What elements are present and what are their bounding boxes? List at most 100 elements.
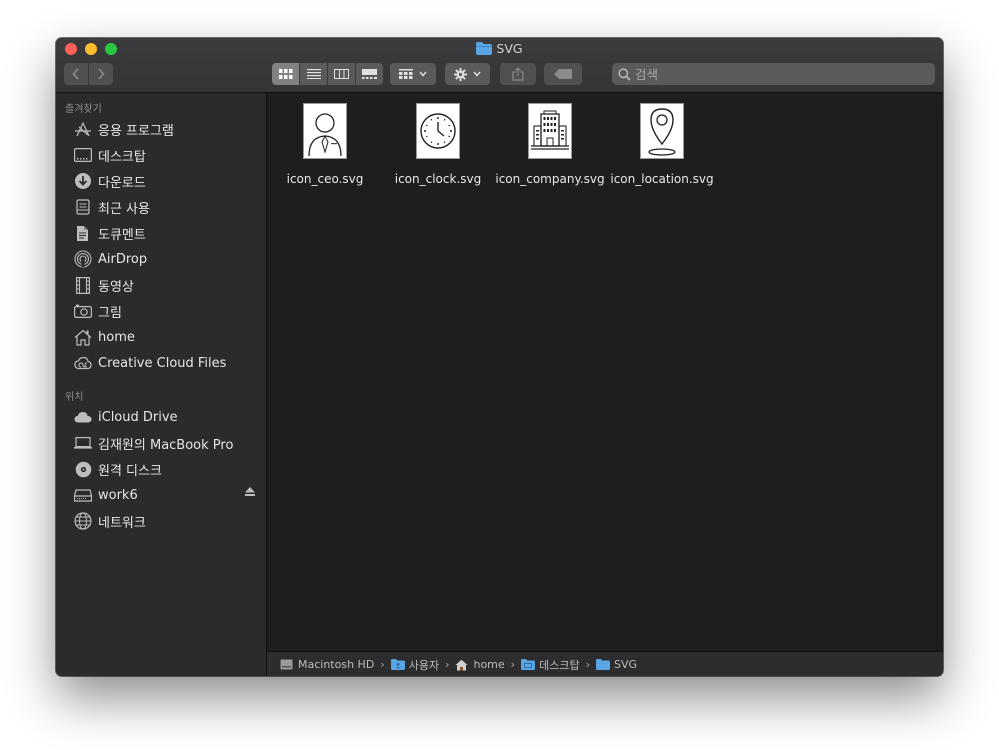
chevron-right-icon: › xyxy=(380,658,385,671)
file-item[interactable]: icon_ceo.svg xyxy=(269,103,381,198)
path-item-home[interactable]: home xyxy=(455,658,505,671)
grid-icon xyxy=(278,69,292,79)
disc-icon xyxy=(73,459,93,479)
group-grid-icon xyxy=(399,69,413,79)
cloud-icon xyxy=(73,407,93,427)
path-label: home xyxy=(473,658,505,671)
sidebar-item-label: Creative Cloud Files xyxy=(98,355,227,371)
sidebar-item-desktop[interactable]: 데스크탑 xyxy=(73,144,263,166)
search-field[interactable] xyxy=(612,63,935,85)
location-pin-icon xyxy=(640,103,684,159)
columns-icon xyxy=(334,69,349,79)
chevron-down-icon xyxy=(419,71,427,77)
sidebar-item-label: 데스크탑 xyxy=(98,149,146,165)
window-title-text: SVG xyxy=(496,41,523,56)
person-icon xyxy=(303,103,347,159)
sidebar-item-creative-cloud[interactable]: Creative Cloud Files xyxy=(73,352,263,374)
eject-icon[interactable] xyxy=(245,487,255,499)
favorites-header: 즐겨찾기 xyxy=(65,104,102,115)
home-icon xyxy=(455,659,469,671)
sidebar-item-applications[interactable]: 응용 프로그램 xyxy=(73,118,263,140)
search-input[interactable] xyxy=(635,66,925,82)
file-name: icon_ceo.svg xyxy=(286,172,364,186)
sidebar-item-work6[interactable]: work6 xyxy=(73,484,263,506)
building-icon xyxy=(528,103,572,159)
list-view-button[interactable] xyxy=(300,63,328,85)
search-icon xyxy=(618,67,631,81)
sidebar-item-label: 다운로드 xyxy=(98,175,146,191)
hard-drive-icon xyxy=(280,659,294,671)
file-name: icon_clock.svg xyxy=(394,172,482,186)
view-mode-control xyxy=(272,63,383,85)
file-item[interactable]: icon_clock.svg xyxy=(382,103,494,198)
drive-icon xyxy=(73,485,93,505)
tags-button[interactable] xyxy=(544,63,582,85)
title-bar: SVG xyxy=(56,38,943,93)
sidebar-item-label: 동영상 xyxy=(98,279,134,295)
downloads-icon xyxy=(73,171,93,191)
chevron-right-icon: › xyxy=(585,658,590,671)
back-button[interactable] xyxy=(64,63,88,85)
camera-icon xyxy=(73,301,93,321)
icon-view-button[interactable] xyxy=(272,63,300,85)
airdrop-icon xyxy=(73,249,93,269)
sidebar-item-remote-disc[interactable]: 원격 디스크 xyxy=(73,458,263,480)
network-icon xyxy=(73,511,93,531)
sidebar-item-movies[interactable]: 동영상 xyxy=(73,274,263,296)
chevron-right-icon xyxy=(98,68,105,80)
path-label: SVG xyxy=(613,658,637,671)
folder-icon xyxy=(476,42,493,59)
chevron-right-icon: › xyxy=(445,658,450,671)
path-item-users[interactable]: 사용자 xyxy=(390,657,440,673)
sidebar-item-label: AirDrop xyxy=(98,251,148,267)
sidebar-item-macbook[interactable]: 김재원의 MacBook Pro xyxy=(73,432,263,454)
file-item[interactable]: icon_company.svg xyxy=(494,103,606,198)
path-item-macintosh-hd[interactable]: Macintosh HD xyxy=(280,658,374,671)
path-item-svg[interactable]: SVG xyxy=(595,658,637,671)
sidebar-item-label: work6 xyxy=(98,487,138,503)
folder-icon xyxy=(390,659,405,671)
sidebar-item-label: 응용 프로그램 xyxy=(98,123,174,139)
file-item[interactable]: icon_location.svg xyxy=(606,103,718,198)
path-label: Macintosh HD xyxy=(298,658,375,671)
file-grid: icon_ceo.svg icon_clock.svg icon_company… xyxy=(267,93,943,651)
creative-cloud-icon xyxy=(73,353,93,373)
gear-icon xyxy=(454,67,467,81)
laptop-icon xyxy=(73,433,93,453)
forward-button[interactable] xyxy=(89,63,113,85)
gallery-view-button[interactable] xyxy=(356,63,383,85)
sidebar-item-home[interactable]: home xyxy=(73,326,263,348)
action-menu-button[interactable] xyxy=(445,63,490,85)
sidebar-item-documents[interactable]: 도큐멘트 xyxy=(73,222,263,244)
file-name: icon_company.svg xyxy=(495,172,605,186)
sidebar-item-recents[interactable]: 최근 사용 xyxy=(73,196,263,218)
share-icon xyxy=(512,67,524,81)
path-label: 사용자 xyxy=(408,658,440,672)
sidebar-item-label: home xyxy=(98,329,135,345)
folder-icon xyxy=(521,659,536,671)
folder-icon xyxy=(595,659,610,671)
chevron-right-icon: › xyxy=(510,658,516,671)
home-icon xyxy=(73,327,93,347)
column-view-button[interactable] xyxy=(328,63,356,85)
sidebar-item-network[interactable]: 네트워크 xyxy=(73,510,263,532)
finder-window: SVG 검색 즐겨찾기 응용 프로그램 데스크탑 다운로드 최근 사용 도큐멘트… xyxy=(56,38,943,676)
sidebar-item-icloud-drive[interactable]: iCloud Drive xyxy=(73,406,263,428)
tag-icon xyxy=(554,69,572,79)
chevron-left-icon xyxy=(72,68,79,80)
path-item-desktop[interactable]: 데스크탑 xyxy=(521,657,580,673)
share-button[interactable] xyxy=(500,63,536,85)
sidebar-item-label: 원격 디스크 xyxy=(98,463,162,479)
gallery-icon xyxy=(362,69,377,79)
applications-icon xyxy=(73,119,93,139)
chevron-down-icon xyxy=(473,71,481,77)
sidebar-item-label: 그림 xyxy=(98,305,122,321)
clock-icon xyxy=(416,103,460,159)
sidebar-item-label: 김재원의 MacBook Pro xyxy=(98,437,234,453)
group-by-button[interactable] xyxy=(390,63,436,85)
desktop-icon xyxy=(73,145,93,165)
sidebar-item-airdrop[interactable]: AirDrop xyxy=(73,248,263,270)
sidebar-item-downloads[interactable]: 다운로드 xyxy=(73,170,263,192)
path-bar: Macintosh HD › 사용자 › home › 데스크탑 › SVG xyxy=(267,651,943,676)
sidebar-item-pictures[interactable]: 그림 xyxy=(73,300,263,322)
